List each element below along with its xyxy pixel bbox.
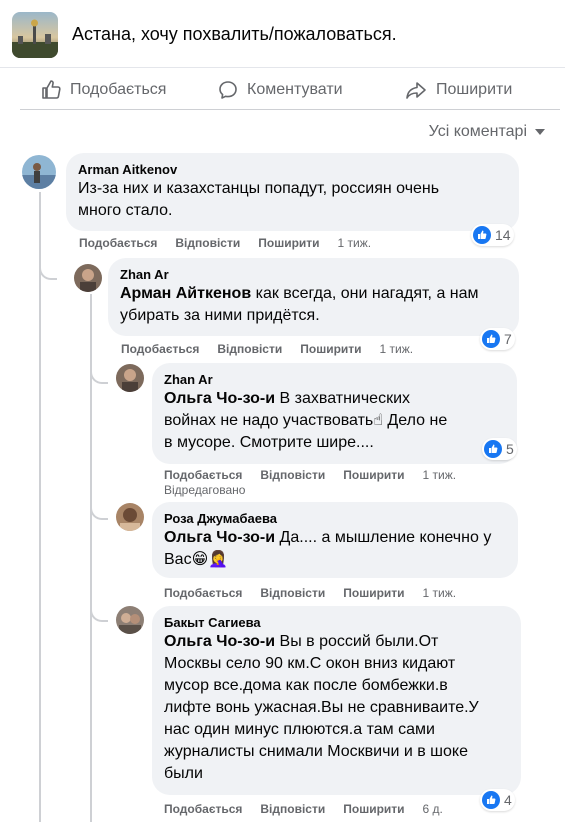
comment-text-line: мусор все.дома как после бомбежки.в (164, 677, 448, 694)
comment-text-line: убирать за ними придётся. (120, 307, 320, 324)
comment-meta: Подобається Відповісти Поширити 1 тиж. (164, 468, 474, 482)
share-arrow-icon (406, 82, 426, 99)
comment-like-link[interactable]: Подобається (164, 468, 242, 482)
avatar[interactable] (22, 155, 56, 189)
comment-reply-link[interactable]: Відповісти (175, 236, 240, 250)
comment-text-line: нас один минус плюются.а там сами (164, 721, 435, 738)
comment-share-link[interactable]: Поширити (343, 468, 404, 482)
reaction-count[interactable]: 5 (482, 438, 517, 460)
mention-link[interactable]: Ольга Чо-зо-и (164, 390, 275, 407)
comment-like-link[interactable]: Подобається (164, 802, 242, 816)
comment-author[interactable]: Zhan Ar (120, 266, 507, 283)
comment-meta: Подобається Відповісти Поширити 1 тиж. (121, 342, 431, 356)
mention-link[interactable]: Ольга Чо-зо-и (164, 529, 275, 546)
comment-meta: Подобається Відповісти Поширити 6 д. (164, 802, 461, 816)
comment-author[interactable]: Arman Aitkenov (78, 161, 507, 178)
reaction-count[interactable]: 14 (471, 224, 514, 246)
comment-bubble: Zhan Ar Арман Айткенов как всегда, они н… (108, 258, 519, 336)
comment-text: как всегда, они нагадят, а нам (251, 285, 479, 302)
comment-share-link[interactable]: Поширити (343, 586, 404, 600)
comment-share-link[interactable]: Поширити (343, 802, 404, 816)
avatar[interactable] (116, 606, 144, 634)
comment-text: Вы в россий были.От (275, 633, 439, 650)
thread-line-root (39, 192, 41, 822)
share-button[interactable]: Поширити (404, 78, 512, 102)
comment-text-line: Из-за них и казахстанцы попадут, россиян… (78, 180, 440, 197)
comment-text-line: Москвы село 90 км.С окон вниз кидают (164, 655, 456, 672)
like-reaction-icon (482, 330, 500, 348)
comment-meta: Подобається Відповісти Поширити 1 тиж. (79, 236, 389, 250)
share-button-label: Поширити (436, 81, 513, 98)
edited-label: Відредаговано (164, 483, 246, 497)
reaction-count[interactable]: 7 (480, 328, 515, 350)
avatar[interactable] (116, 503, 144, 531)
comment-author[interactable]: Zhan Ar (164, 371, 505, 388)
sort-label: Усі коментарі (428, 123, 527, 140)
comment-reply-link[interactable]: Відповісти (260, 468, 325, 482)
comment-author[interactable]: Роза Джумабаева (164, 510, 506, 527)
like-button[interactable]: Подобається (40, 78, 166, 102)
reaction-count-value: 4 (504, 792, 512, 808)
reaction-count-value: 7 (504, 331, 512, 347)
comment-like-link[interactable]: Подобається (79, 236, 157, 250)
avatar[interactable] (74, 264, 102, 292)
comment-reply-link[interactable]: Відповісти (217, 342, 282, 356)
comment-timestamp[interactable]: 6 д. (423, 802, 443, 816)
comment-bubble: Бакыт Сагиева Ольга Чо-зо-и Вы в россий … (152, 606, 521, 795)
comment-reply-link[interactable]: Відповісти (260, 802, 325, 816)
thread-connector (90, 608, 108, 622)
reaction-count-value: 5 (506, 441, 514, 457)
comment-meta: Подобається Відповісти Поширити 1 тиж. (164, 586, 474, 600)
reaction-count-value: 14 (495, 227, 511, 243)
like-reaction-icon (473, 226, 491, 244)
comment-text-line: были (164, 765, 203, 782)
comment-text-line: Ольга Чо-зо-и Да.... а мышление конечно … (164, 527, 506, 549)
thread-connector (90, 506, 108, 520)
comment-bubble: Arman Aitkenov Из-за них и казахстанцы п… (66, 153, 519, 231)
comment-text-line: лифте вонь ужасная.Вы не сравниваите.У (164, 699, 479, 716)
comment-text-line: журналисты снимали Москвичи и в шоке (164, 743, 468, 760)
post-action-bar: Подобається Коментувати Поширити (20, 70, 560, 110)
comment-text: Да.... а мышление конечно у (275, 529, 492, 546)
thread-connector (39, 266, 57, 280)
comment-timestamp[interactable]: 1 тиж. (380, 342, 414, 356)
comment-timestamp[interactable]: 1 тиж. (423, 586, 457, 600)
mention-link[interactable]: Арман Айткенов (120, 285, 251, 302)
comment-like-link[interactable]: Подобається (164, 586, 242, 600)
comment-timestamp[interactable]: 1 тиж. (423, 468, 457, 482)
comment-text-line: Арман Айткенов как всегда, они нагадят, … (120, 283, 507, 305)
comment-bubble: Zhan Ar Ольга Чо-зо-и В захватнических в… (152, 363, 517, 464)
comment-text: В захватнических (275, 390, 411, 407)
comment-bubble-icon (219, 81, 237, 99)
comment-share-link[interactable]: Поширити (300, 342, 361, 356)
comment-text-line: Ольга Чо-зо-и Вы в россий были.От (164, 631, 509, 653)
mention-link[interactable]: Ольга Чо-зо-и (164, 633, 275, 650)
thread-connector (90, 370, 108, 384)
thumbs-up-icon (42, 80, 61, 99)
comment-bubble: Роза Джумабаева Ольга Чо-зо-и Да.... а м… (152, 502, 518, 578)
comment-button-label: Коментувати (247, 81, 343, 98)
comment-text-line: Ольга Чо-зо-и В захватнических (164, 388, 505, 410)
post-header: Астана, хочу похвалить/пожаловаться. (0, 0, 565, 68)
reaction-count[interactable]: 4 (480, 789, 515, 811)
comment-text-line: Вас😁🤦‍♀️ (164, 551, 229, 568)
like-reaction-icon (482, 791, 500, 809)
comment-reply-link[interactable]: Відповісти (260, 586, 325, 600)
comment-text-line: в мусоре. Смотрите шире.... (164, 434, 374, 451)
caret-down-icon (535, 129, 545, 135)
comment-like-link[interactable]: Подобається (121, 342, 199, 356)
like-reaction-icon (484, 440, 502, 458)
avatar[interactable] (116, 364, 144, 392)
like-button-label: Подобається (70, 81, 167, 98)
comment-text-line: много стало. (78, 202, 173, 219)
post-title: Астана, хочу похвалить/пожаловаться. (72, 24, 397, 44)
comment-author[interactable]: Бакыт Сагиева (164, 614, 509, 631)
post-thumbnail[interactable] (12, 12, 58, 58)
comment-share-link[interactable]: Поширити (258, 236, 319, 250)
comment-button[interactable]: Коментувати (217, 78, 343, 102)
comment-text-line: войнах не надо участвовать☝ Дело не (164, 412, 448, 429)
comment-sort-dropdown[interactable]: Усі коментарі (429, 123, 545, 141)
comment-timestamp[interactable]: 1 тиж. (338, 236, 372, 250)
